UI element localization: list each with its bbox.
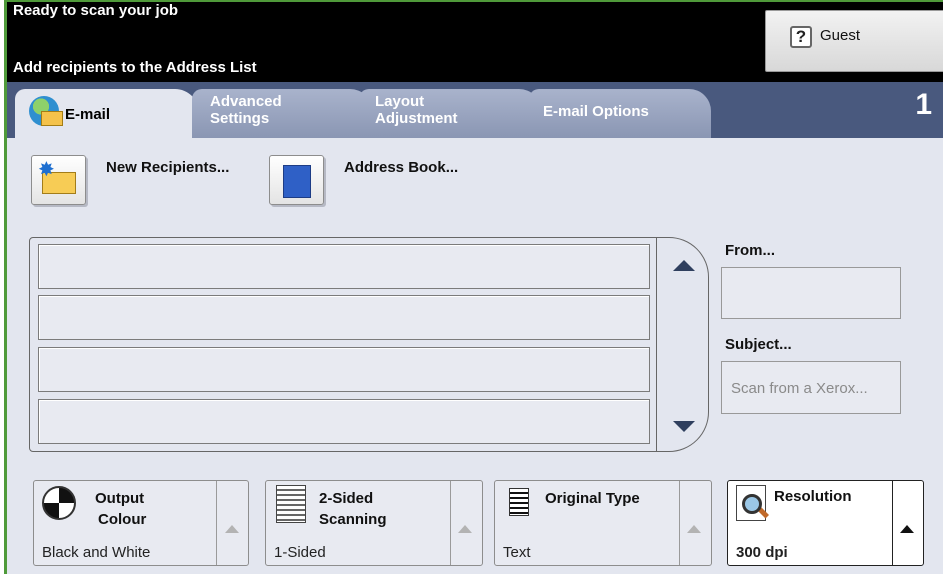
output-colour-feature: Output Colour Black and White: [33, 480, 249, 566]
output-colour-button[interactable]: Output Colour Black and White: [34, 481, 217, 565]
instruction-text: Add recipients to the Address List: [13, 59, 257, 76]
two-sided-scanning-button[interactable]: 2-Sided Scanning 1-Sided: [266, 481, 451, 565]
tab-label-line: Layout: [375, 93, 425, 110]
expand-arrow-icon[interactable]: [458, 525, 472, 533]
tab-advanced-settings[interactable]: Advanced Settings: [192, 89, 372, 138]
from-field[interactable]: [721, 267, 901, 319]
tab-label-line: Settings: [210, 110, 270, 127]
from-button[interactable]: From...: [725, 242, 775, 259]
text-document-icon: [509, 488, 529, 516]
subject-button[interactable]: Subject...: [725, 336, 792, 353]
expand-arrow-icon[interactable]: [900, 525, 914, 533]
recipient-list: [29, 237, 709, 452]
expand-arrow-icon[interactable]: [687, 525, 701, 533]
guest-label: Guest: [820, 27, 861, 44]
magnifier-document-icon: [736, 485, 766, 521]
feature-title-line: Scanning: [319, 511, 387, 528]
status-bar: Ready to scan your job Add recipients to…: [7, 2, 943, 82]
resolution-title: Resolution: [774, 488, 852, 505]
guest-login-button[interactable]: ? Guest: [765, 10, 943, 72]
tab-label-line: Adjustment: [375, 110, 458, 127]
tab-email-options[interactable]: E-mail Options: [529, 89, 711, 138]
address-book-icon: [283, 165, 311, 198]
tab-email-label: E-mail: [65, 106, 111, 123]
recipient-row[interactable]: [38, 347, 650, 392]
expand-arrow-icon[interactable]: [225, 525, 239, 533]
address-book-label[interactable]: Address Book...: [344, 159, 458, 176]
machine-status-text: Ready to scan your job: [13, 2, 179, 19]
original-type-button[interactable]: Original Type Text: [495, 481, 680, 565]
recipient-row[interactable]: [38, 399, 650, 444]
tab-label-line: Advanced: [210, 93, 282, 110]
original-type-feature: Original Type Text: [494, 480, 712, 566]
colour-wheel-icon: [42, 486, 76, 520]
tab-email[interactable]: E-mail: [15, 89, 199, 139]
recipient-row[interactable]: [38, 295, 650, 340]
new-recipients-label[interactable]: New Recipients...: [106, 159, 229, 176]
recipient-row[interactable]: [38, 244, 650, 289]
feature-title-line: Output: [95, 490, 145, 507]
original-type-title: Original Type: [545, 490, 640, 507]
two-sided-value: 1-Sided: [274, 544, 326, 561]
new-recipients-button[interactable]: ✸: [31, 155, 86, 205]
envelope-icon: [41, 111, 63, 126]
address-book-button[interactable]: [269, 155, 324, 205]
document-pages-icon: [276, 485, 306, 523]
feature-title-line: Colour: [98, 511, 147, 528]
tab-layout-adjustment[interactable]: Layout Adjustment: [359, 89, 541, 138]
question-mark-icon: ?: [790, 26, 812, 48]
subject-field[interactable]: Scan from a Xerox...: [721, 361, 901, 414]
original-type-value: Text: [503, 544, 531, 561]
star-burst-icon: ✸: [38, 159, 55, 181]
two-sided-scanning-feature: 2-Sided Scanning 1-Sided: [265, 480, 483, 566]
resolution-button[interactable]: Resolution 300 dpi: [728, 481, 893, 565]
scroll-up-arrow-icon[interactable]: [673, 260, 695, 271]
scroll-down-arrow-icon[interactable]: [673, 421, 695, 432]
feature-title-line: 2-Sided: [319, 490, 374, 507]
output-colour-value: Black and White: [42, 544, 151, 561]
resolution-value: 300 dpi: [736, 544, 788, 561]
copy-count: 1: [915, 88, 932, 121]
recipient-scrollbar: [656, 238, 709, 451]
tab-bar: E-mail Advanced Settings Layout Adjustme…: [7, 82, 943, 139]
tab-email-options-label: E-mail Options: [543, 103, 649, 120]
copier-screen: Ready to scan your job Add recipients to…: [4, 0, 943, 574]
resolution-feature: Resolution 300 dpi: [727, 480, 924, 566]
